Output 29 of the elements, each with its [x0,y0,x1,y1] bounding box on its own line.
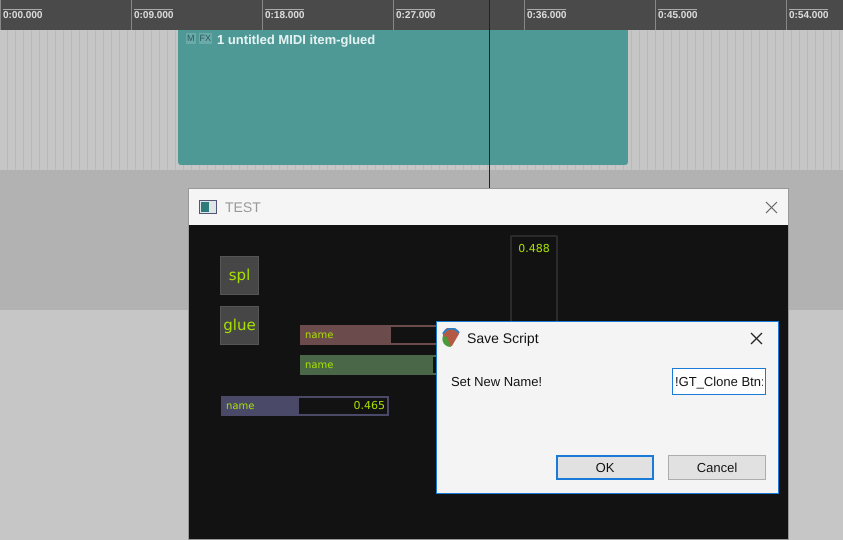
slider-value: 0.465 [354,398,386,414]
time-label: 0:45.000 [658,9,698,21]
time-label: 0:18.000 [265,9,304,21]
window-title: TEST [225,198,261,216]
script-button[interactable]: glue [220,306,259,345]
item-badge[interactable]: FX [198,33,212,44]
slider-track[interactable]: name 0.465 [221,396,389,416]
item-title: 1 untitled MIDI item-glued [217,33,376,47]
close-icon[interactable] [750,332,763,344]
app-logo-icon [441,328,461,348]
timeline-ruler[interactable]: 0:00.000 0:09.000 0:18.000 0:27.000 0:36.000 0:45.000 0:54.000 [0,0,843,30]
item-badge[interactable]: M [186,33,196,44]
slider-label: name [304,328,334,342]
prompt-label: Set New Name! [451,372,542,391]
dialog-button[interactable]: OK [556,455,654,480]
midi-item[interactable]: M FX 1 untitled MIDI item-glued [178,30,628,165]
time-label: 0:54.000 [789,9,828,21]
name-field[interactable]: !GT_Clone Btn: [672,368,766,395]
slider-value: 0.488 [518,241,550,257]
script-button[interactable]: spl [220,256,259,295]
slider-label: name [225,400,254,414]
time-label: 0:36.000 [527,9,566,21]
dialog-title: Save Script [467,328,539,348]
slider-label: name [304,358,334,372]
time-label: 0:00.000 [3,9,42,21]
time-label: 0:27.000 [396,9,436,21]
dialog-button[interactable]: Cancel [668,455,766,480]
time-label: 0:09.000 [134,9,174,21]
window-icon [199,200,217,214]
